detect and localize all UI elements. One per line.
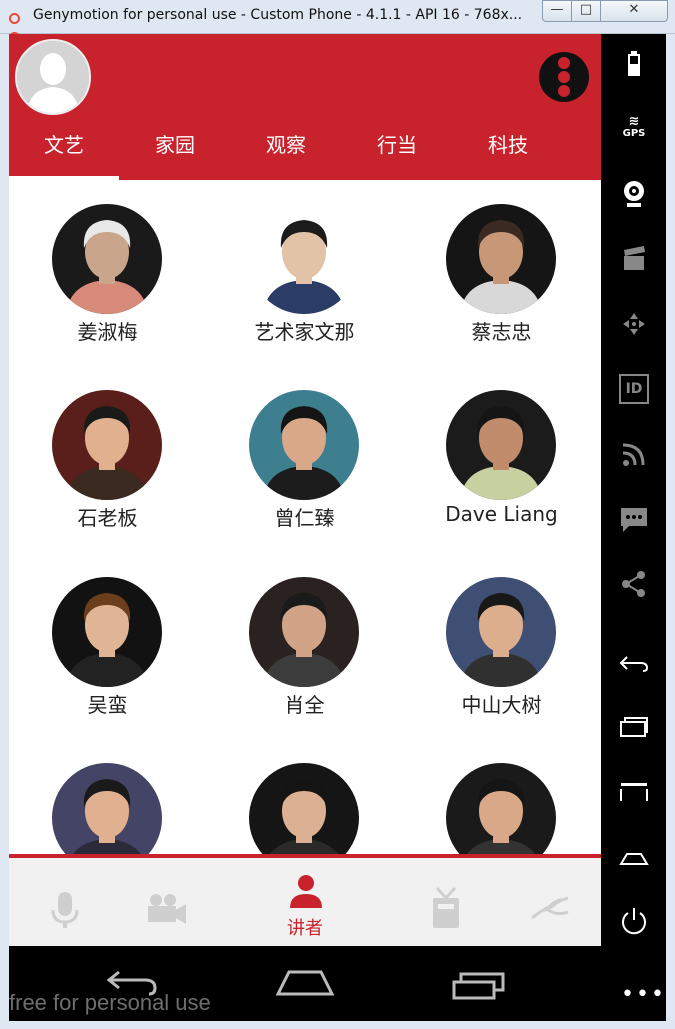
menu-dot-icon xyxy=(558,85,570,97)
recent-apps-icon[interactable] xyxy=(619,712,649,742)
home-icon[interactable] xyxy=(619,842,649,872)
rss-icon[interactable] xyxy=(619,439,649,469)
speaker-card[interactable] xyxy=(206,739,403,854)
plant-icon xyxy=(531,896,569,920)
speaker-photo xyxy=(52,390,162,500)
bottom-navigation: 讲者 xyxy=(9,858,601,946)
speaker-photo xyxy=(249,577,359,687)
webcam-icon[interactable] xyxy=(619,179,649,209)
back-icon[interactable] xyxy=(619,649,649,679)
speaker-card[interactable]: Dave Liang xyxy=(403,366,600,536)
speaker-name: 吴蛮 xyxy=(87,693,128,717)
speaker-photo xyxy=(52,763,162,854)
nav-radio[interactable] xyxy=(409,858,519,946)
speaker-card[interactable]: 姜淑梅 xyxy=(9,180,206,350)
nav-plant[interactable] xyxy=(514,858,601,946)
menu-dot-icon xyxy=(558,57,570,69)
speaker-card[interactable]: 吴蛮 xyxy=(9,553,206,723)
speaker-card[interactable]: 石老板 xyxy=(9,366,206,536)
maximize-icon: □ xyxy=(579,2,593,17)
traffic-light-menu-button[interactable] xyxy=(539,52,589,102)
app-header: 文艺 家园 观察 行当 科技 xyxy=(9,34,601,180)
clapper-icon[interactable] xyxy=(619,244,649,274)
speaker-card[interactable]: 艺术家文那 xyxy=(206,180,403,350)
nav-speakers-label: 讲者 xyxy=(287,918,323,939)
minimize-button[interactable]: — xyxy=(542,0,572,22)
power-icon[interactable] xyxy=(619,906,649,936)
android-recent-apps-icon[interactable] xyxy=(451,970,507,1002)
close-icon: ✕ xyxy=(628,2,640,17)
minimize-icon: — xyxy=(550,2,564,17)
window-frame-bottom xyxy=(0,1021,675,1029)
speaker-photo xyxy=(446,390,556,500)
speaker-name: 蔡志忠 xyxy=(471,320,532,344)
gps-icon[interactable]: ≋ GPS xyxy=(619,115,649,146)
watermark-text: free for personal use xyxy=(9,990,211,1015)
speaker-card[interactable]: 肖全 xyxy=(206,553,403,723)
tab-wenyi[interactable]: 文艺 xyxy=(9,122,119,180)
speaker-card[interactable]: 蔡志忠 xyxy=(403,180,600,350)
speaker-card[interactable]: 中山大树 xyxy=(403,553,600,723)
speaker-photo xyxy=(249,390,359,500)
window-frame-right xyxy=(666,34,675,1029)
speaker-card[interactable]: 曾仁臻 xyxy=(206,366,403,536)
window-titlebar: Genymotion for personal use - Custom Pho… xyxy=(0,0,675,43)
speaker-photo xyxy=(249,204,359,314)
phone-screen: 文艺 家园 观察 行当 科技 姜淑梅 艺术家文那 蔡志忠石老板 曾仁臻 Dave Lia… xyxy=(9,34,601,946)
share-icon[interactable] xyxy=(619,569,649,599)
menu-icon[interactable] xyxy=(619,777,649,807)
speaker-photo xyxy=(249,763,359,854)
gps-label: GPS xyxy=(622,128,646,139)
video-camera-icon xyxy=(148,894,186,924)
sms-icon[interactable] xyxy=(619,504,649,534)
speaker-card[interactable] xyxy=(403,739,600,854)
radio-icon xyxy=(433,886,459,928)
tab-guancha[interactable]: 观察 xyxy=(231,122,341,180)
nav-speakers[interactable]: 讲者 xyxy=(250,858,360,946)
speaker-person-icon xyxy=(290,875,322,908)
microphone-icon xyxy=(51,892,79,928)
category-tabs: 文艺 家园 观察 行当 科技 xyxy=(9,122,601,180)
tab-xingdang[interactable]: 行当 xyxy=(342,122,452,180)
battery-icon[interactable] xyxy=(619,50,649,80)
speaker-photo xyxy=(446,204,556,314)
speaker-grid: 姜淑梅 艺术家文那 蔡志忠石老板 曾仁臻 Dave Liang 吴蛮 肖全 中山大树 xyxy=(9,180,601,854)
speaker-photo xyxy=(52,204,162,314)
default-user-icon xyxy=(17,41,89,113)
close-button[interactable]: ✕ xyxy=(600,0,668,22)
speaker-name: 曾仁臻 xyxy=(274,506,335,530)
emulator-side-panel: ≋ GPS ID xyxy=(601,34,666,946)
id-icon[interactable]: ID xyxy=(619,374,649,404)
speaker-card[interactable] xyxy=(9,739,206,854)
more-icon[interactable]: ••• xyxy=(621,982,666,1007)
speaker-photo xyxy=(446,577,556,687)
nav-video[interactable] xyxy=(124,858,234,946)
dpad-icon[interactable] xyxy=(619,309,649,339)
maximize-button[interactable]: □ xyxy=(571,0,601,22)
window-title: Genymotion for personal use - Custom Pho… xyxy=(33,7,523,23)
speaker-name: 石老板 xyxy=(77,506,138,530)
speaker-photo xyxy=(52,577,162,687)
tab-keji[interactable]: 科技 xyxy=(453,122,563,180)
speaker-name: Dave Liang xyxy=(445,502,558,526)
speaker-name: 肖全 xyxy=(284,693,325,717)
android-navigation-bar: free for personal use ••• xyxy=(9,946,666,1021)
speaker-name: 姜淑梅 xyxy=(77,320,138,344)
tab-jiayuan[interactable]: 家园 xyxy=(120,122,230,180)
genymotion-logo-icon xyxy=(9,9,27,43)
menu-dot-icon xyxy=(558,71,570,83)
speaker-name: 中山大树 xyxy=(461,693,542,717)
android-home-icon[interactable] xyxy=(275,968,335,998)
user-avatar[interactable] xyxy=(15,39,91,115)
speaker-photo xyxy=(446,763,556,854)
window-frame-left xyxy=(0,34,9,1029)
speaker-name: 艺术家文那 xyxy=(254,320,355,344)
nav-audio[interactable] xyxy=(9,858,119,946)
